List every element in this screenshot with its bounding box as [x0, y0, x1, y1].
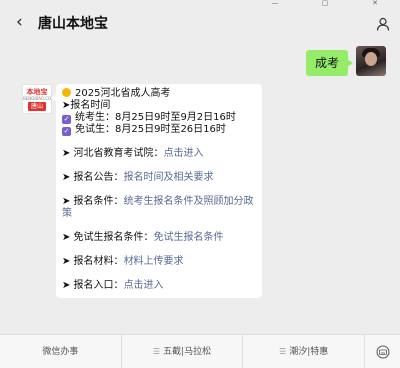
avatar-city-badge: 唐山 — [28, 102, 46, 111]
person-icon[interactable] — [376, 17, 390, 31]
yellow-dot-icon — [62, 88, 71, 97]
bottom-menu: 微信办事 ☰ 五截|马拉松 ☰ 潮汐|特惠 — [0, 334, 400, 368]
registration-time-heading: ➤报名时间 — [62, 100, 111, 111]
window-controls: — ▢ ✕ — [250, 0, 400, 8]
exam-candidates-time: 8月25日9时至9月2日16时 — [115, 112, 236, 123]
checkbox-icon: ✓ — [62, 127, 71, 136]
exempt-candidates-time: 8月25日9时至26日16时 — [115, 124, 226, 135]
chat-title: 唐山本地宝 — [38, 16, 108, 32]
checkbox-icon: ✓ — [62, 115, 71, 124]
menu-item-wechat-services[interactable]: 微信办事 — [0, 335, 121, 368]
chevron-left-icon[interactable]: ‹ — [16, 12, 30, 32]
avatar-face — [365, 52, 377, 66]
bendibao-avatar[interactable]: 本地宝 BENDIBAO.COM 唐山 — [22, 84, 52, 114]
exam-institute-label: ➤ 河北省教育考试院： — [62, 148, 164, 159]
announcement-label: ➤ 报名公告： — [62, 172, 124, 183]
avatar-logo-subtext: BENDIBAO.COM — [23, 96, 52, 101]
exempt-conditions-link[interactable]: 免试生报名条件 — [154, 232, 224, 243]
menu-item-deals[interactable]: ☰ 潮汐|特惠 — [242, 334, 364, 368]
announcement-link[interactable]: 报名时间及相关要求 — [124, 172, 214, 183]
submenu-icon: ☰ — [279, 346, 287, 356]
menu-item-marathon[interactable]: ☰ 五截|马拉松 — [120, 334, 243, 368]
avatar-logo-text: 本地宝 — [26, 88, 48, 96]
exam-candidates-label: 统考生： — [75, 112, 115, 123]
incoming-message: 2025河北省成人高考 ➤报名时间 ✓ 统考生：8月25日9时至9月2日16时 ✓… — [51, 84, 262, 298]
menu-label: 潮汐|特惠 — [289, 346, 329, 357]
materials-label: ➤ 报名材料： — [62, 256, 124, 267]
menu-label: 五截|马拉松 — [163, 346, 212, 357]
exempt-candidates-label: 免试生： — [75, 124, 115, 135]
entrance-link[interactable]: 点击进入 — [124, 280, 164, 291]
exempt-conditions-label: ➤ 免试生报名条件： — [62, 232, 154, 243]
submenu-icon: ☰ — [152, 346, 161, 356]
entrance-label: ➤ 报名入口： — [62, 280, 124, 291]
minimize-icon[interactable]: — — [250, 0, 300, 8]
chat-area[interactable]: 成考 本地宝 BENDIBAO.COM 唐山 2025河北省成人高考 ➤报名时间… — [0, 46, 400, 334]
my-avatar[interactable] — [356, 46, 386, 76]
menu-label: 微信办事 — [42, 346, 79, 357]
keyboard-toggle[interactable] — [364, 334, 400, 368]
exam-institute-link[interactable]: 点击进入 — [164, 148, 204, 159]
message-title: 2025河北省成人高考 — [75, 88, 171, 99]
title-bar: — ▢ ✕ ‹ 唐山本地宝 — [0, 0, 400, 46]
outgoing-message[interactable]: 成考 — [305, 50, 354, 76]
conditions-label: ➤ 报名条件： — [62, 196, 124, 207]
close-icon[interactable]: ✕ — [350, 0, 400, 8]
materials-link[interactable]: 材料上传要求 — [124, 256, 184, 267]
maximize-icon[interactable]: ▢ — [300, 0, 350, 8]
keyboard-icon — [376, 345, 390, 358]
